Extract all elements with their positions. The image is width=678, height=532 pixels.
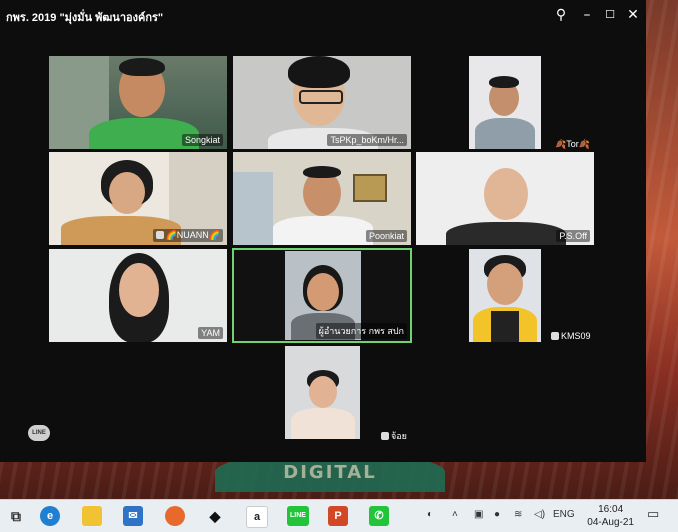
- participant-shirt: [291, 408, 355, 439]
- participant-face: [307, 273, 339, 311]
- network-tray-icon[interactable]: ◐: [427, 509, 433, 520]
- clock-date: 04-Aug-21: [587, 517, 634, 528]
- background-cabinet: [233, 172, 273, 245]
- video-tile[interactable]: [469, 249, 541, 342]
- participant-face-front: [109, 172, 145, 212]
- participant-hair: [288, 56, 350, 88]
- participant-name: P.S.Off: [556, 230, 590, 242]
- window-title: กพร. 2019 "มุ่งมั่น พัฒนาองค์กร": [6, 12, 164, 24]
- line-icon[interactable]: LINE: [287, 506, 309, 526]
- line-app-badge-icon: LINE: [28, 425, 50, 441]
- video-tile[interactable]: 🌈NUANN🌈: [49, 152, 227, 245]
- file-explorer-icon[interactable]: [82, 506, 102, 526]
- participant-name: 🍂Tor🍂: [555, 139, 590, 149]
- task-view-icon[interactable]: ⧉: [6, 506, 26, 526]
- participant-shirt: [273, 216, 373, 245]
- video-tile-active-speaker[interactable]: ผู้อำนวยการ กพร สปก: [232, 248, 412, 343]
- close-icon[interactable]: ✕: [624, 6, 642, 24]
- participant-shirt-detail: [491, 311, 519, 342]
- windows-taskbar: ⧉ e ✉ ◆ a LINE P ✆ ◐ ˄ ▣ ● ≋ ◁) ENG 16:0…: [0, 499, 678, 532]
- phone-icon[interactable]: ✆: [369, 506, 389, 526]
- zoom-meeting-window: กพร. 2019 "มุ่งมั่น พัฒนาองค์กร" ⚲ – ☐ ✕…: [0, 0, 646, 462]
- edge-icon[interactable]: e: [40, 506, 60, 526]
- up-arrow-icon[interactable]: ˄: [452, 509, 458, 520]
- participant-face: [309, 376, 337, 408]
- video-tile[interactable]: Poonkiat: [233, 152, 411, 245]
- firefox-icon[interactable]: [165, 506, 185, 526]
- video-tile[interactable]: P.S.Off: [416, 152, 594, 245]
- muted-mic-icon: [381, 432, 389, 440]
- participant-name: ผู้อำนวยการ กพร สปก: [315, 323, 407, 339]
- video-tile[interactable]: [469, 56, 541, 149]
- minimize-icon[interactable]: –: [578, 6, 596, 24]
- participant-hair: [119, 58, 165, 76]
- participant-shirt: [475, 118, 535, 149]
- desktop-logo-text: DIGITAL: [283, 462, 377, 483]
- microphone-icon[interactable]: ●: [494, 509, 500, 520]
- video-tile[interactable]: Songkiat: [49, 56, 227, 149]
- participant-face: [119, 263, 159, 317]
- participant-name: TsPKp_boKm/Hr...: [327, 134, 407, 146]
- participant-shirt: [446, 222, 566, 245]
- participant-glasses: [299, 90, 343, 104]
- participant-name: จ้อย: [378, 428, 410, 444]
- system-clock[interactable]: 16:04 04-Aug-21: [587, 503, 634, 529]
- clock-time: 16:04: [598, 504, 624, 515]
- participant-face: [487, 263, 523, 305]
- muted-mic-icon: [551, 332, 559, 340]
- participant-face: [484, 168, 528, 220]
- participant-name: Poonkiat: [365, 230, 407, 242]
- participant-name: 🌈NUANN🌈: [152, 229, 223, 242]
- wifi-icon[interactable]: ≋: [514, 509, 522, 520]
- muted-mic-icon: [155, 231, 164, 239]
- pin-icon[interactable]: ⚲: [552, 6, 570, 24]
- volume-icon[interactable]: ◁): [534, 509, 545, 520]
- camera-icon[interactable]: ▣: [474, 509, 483, 520]
- dropbox-icon[interactable]: ◆: [205, 506, 225, 526]
- video-tile[interactable]: [285, 346, 360, 439]
- notification-icon[interactable]: ▭: [647, 506, 659, 522]
- participant-name: KMS09: [548, 330, 594, 342]
- maximize-icon[interactable]: ☐: [601, 6, 619, 24]
- video-tile[interactable]: TsPKp_boKm/Hr...: [233, 56, 411, 149]
- participant-name: Songkiat: [181, 134, 223, 146]
- title-bar: กพร. 2019 "มุ่งมั่น พัฒนาองค์กร" ⚲ – ☐ ✕: [0, 0, 646, 30]
- background-picture-frame: [353, 174, 387, 202]
- mail-icon[interactable]: ✉: [123, 506, 143, 526]
- amazon-icon[interactable]: a: [246, 506, 268, 528]
- participant-hair: [303, 166, 341, 178]
- participant-name: YAM: [198, 327, 223, 339]
- video-tile[interactable]: YAM: [49, 249, 227, 342]
- powerpoint-icon[interactable]: P: [328, 506, 348, 526]
- language-indicator[interactable]: ENG: [553, 509, 575, 520]
- participant-hair: [489, 76, 519, 88]
